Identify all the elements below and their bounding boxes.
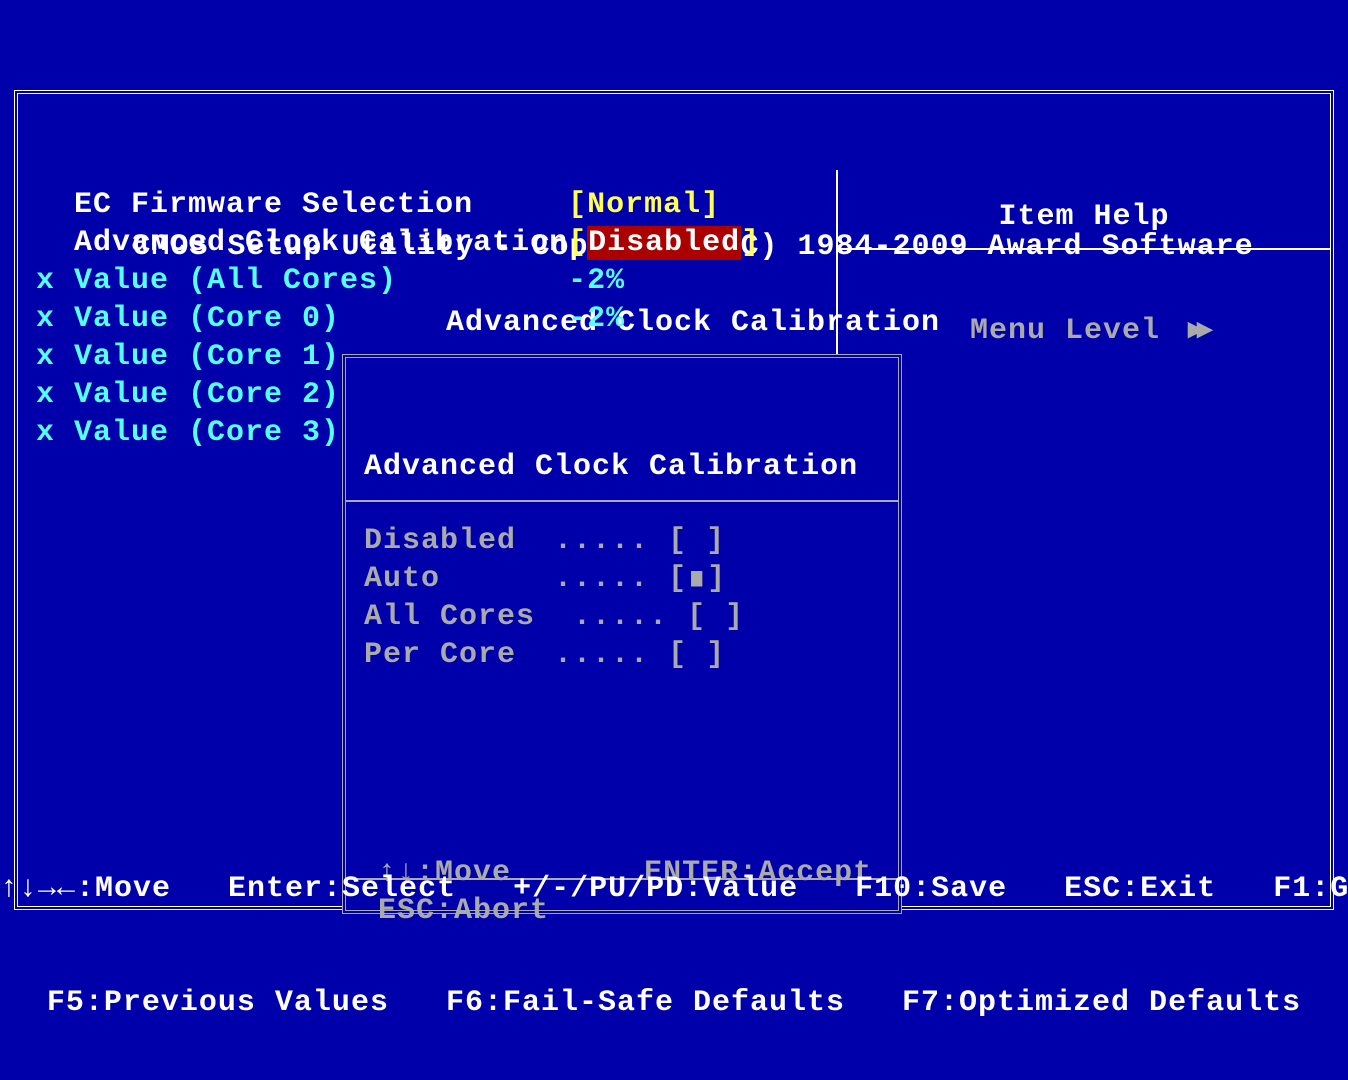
disabled-marker-icon: x xyxy=(36,340,74,374)
menu-level-label: Menu Level xyxy=(970,314,1160,348)
settings-value: Normal xyxy=(587,188,701,222)
help-panel-separator xyxy=(836,248,1330,250)
disabled-marker-icon: x xyxy=(36,378,74,412)
settings-label: Value (Core 0) xyxy=(74,302,340,336)
radio-unchecked-icon: [ ] xyxy=(668,524,725,558)
footer-line-2: F5:Previous Values F6:Fail-Safe Defaults… xyxy=(0,984,1348,1022)
settings-label: Value (Core 1) xyxy=(74,340,340,374)
popup-option[interactable]: Per Core ..... [ ] xyxy=(364,636,744,674)
footer-line-1: ↑↓→←:Move Enter:Select +/-/PU/PD:Value F… xyxy=(0,870,1348,908)
popup-option-label: Disabled xyxy=(364,524,516,558)
disabled-marker-icon: x xyxy=(36,302,74,336)
menu-level-icon: ▸▸ xyxy=(1160,314,1206,348)
help-panel-body: Menu Level▸▸ xyxy=(856,274,1206,388)
popup-option-label: Auto xyxy=(364,562,440,596)
popup-option[interactable]: Disabled ..... [ ] xyxy=(364,522,744,560)
settings-label: Value (Core 2) xyxy=(74,378,340,412)
settings-row[interactable]: Advanced Clock Calibration[Disabled] xyxy=(36,224,760,262)
settings-label: Value (Core 3) xyxy=(74,416,340,450)
radio-checked-icon: [∎] xyxy=(668,562,726,596)
popup-option-label: All Cores xyxy=(364,600,535,634)
settings-label: EC Firmware Selection xyxy=(74,188,473,222)
bracket-close: ] xyxy=(741,226,760,260)
settings-row: x Value (Core 0) -2% xyxy=(36,300,760,338)
blank-marker xyxy=(36,226,74,260)
popup-option-label: Per Core xyxy=(364,638,516,672)
settings-row[interactable]: EC Firmware Selection [Normal] xyxy=(36,186,760,224)
settings-label: Advanced Clock Calibration xyxy=(74,226,568,260)
popup-option[interactable]: Auto ..... [∎] xyxy=(364,560,744,598)
help-panel-title: Item Help xyxy=(848,198,1320,236)
disabled-marker-icon: x xyxy=(36,264,74,298)
bracket-close: ] xyxy=(701,188,720,222)
footer-key-help: ↑↓→←:Move Enter:Select +/-/PU/PD:Value F… xyxy=(0,794,1348,1060)
disabled-marker-icon: x xyxy=(36,416,74,450)
settings-value: Disabled xyxy=(587,226,741,260)
bracket-open: [ xyxy=(568,188,587,222)
blank-marker xyxy=(36,188,74,222)
main-frame: EC Firmware Selection [Normal] Advanced … xyxy=(14,90,1334,910)
popup-separator-top xyxy=(346,500,898,502)
settings-row: x Value (All Cores) -2% xyxy=(36,262,760,300)
bracket-open: [ xyxy=(568,226,587,260)
settings-label: Value (All Cores) xyxy=(74,264,397,298)
radio-unchecked-icon: [ ] xyxy=(668,638,725,672)
settings-value: -2% xyxy=(568,264,625,298)
radio-unchecked-icon: [ ] xyxy=(687,600,744,634)
vertical-separator xyxy=(836,170,838,360)
settings-value: -2% xyxy=(568,302,625,336)
popup-option[interactable]: All Cores ..... [ ] xyxy=(364,598,744,636)
popup-option-list: Disabled ..... [ ]Auto ..... [∎]All Core… xyxy=(364,522,744,674)
popup-title: Advanced Clock Calibration xyxy=(364,448,858,486)
